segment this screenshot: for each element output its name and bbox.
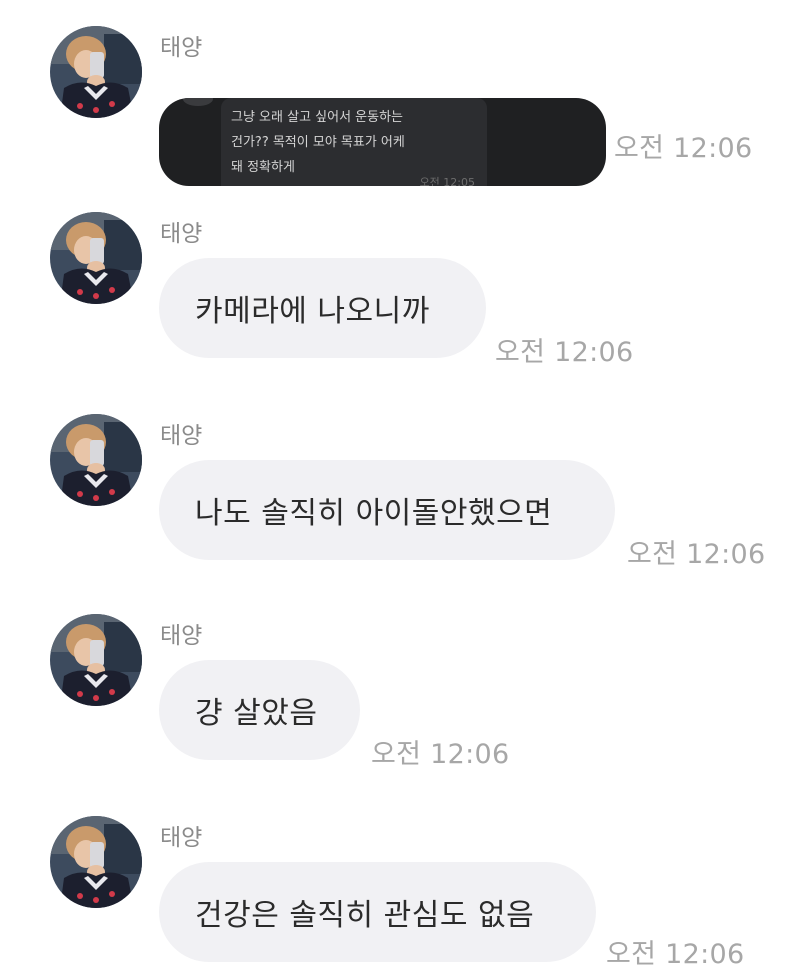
message-text: 카메라에 나오니까 bbox=[195, 294, 430, 329]
profile-photo-icon bbox=[50, 816, 142, 908]
message-timestamp: 오전 12:06 bbox=[606, 939, 745, 970]
inner-avatar bbox=[183, 98, 213, 106]
message-timestamp: 오전 12:06 bbox=[495, 337, 634, 368]
message-text: 나도 솔직히 아이돌안했으면 bbox=[195, 496, 553, 531]
avatar[interactable] bbox=[50, 414, 142, 506]
profile-photo-icon bbox=[50, 26, 142, 118]
message-bubble[interactable]: 나도 솔직히 아이돌안했으면 bbox=[159, 460, 615, 560]
message-bubble[interactable]: 걍 살았음 bbox=[159, 660, 360, 760]
avatar[interactable] bbox=[50, 614, 142, 706]
avatar[interactable] bbox=[50, 212, 142, 304]
sender-name: 태양 bbox=[160, 35, 203, 61]
sender-name: 태양 bbox=[160, 423, 203, 449]
quoted-timestamp: 오전 12:05 bbox=[419, 176, 475, 186]
quoted-text-line: 돼 정확하게 bbox=[231, 160, 295, 175]
message-timestamp: 오전 12:06 bbox=[627, 539, 766, 570]
profile-photo-icon bbox=[50, 614, 142, 706]
message-bubble[interactable]: 건강은 솔직히 관심도 없음 bbox=[159, 862, 596, 962]
image-message-bubble[interactable]: 그냥 오래 살고 싶어서 운동하는 건가?? 목적이 모야 목표가 어케 돼 정… bbox=[159, 98, 606, 186]
sender-name: 태양 bbox=[160, 825, 203, 851]
sender-name: 태양 bbox=[160, 221, 203, 247]
quoted-message-card: 그냥 오래 살고 싶어서 운동하는 건가?? 목적이 모야 목표가 어케 돼 정… bbox=[221, 98, 487, 186]
avatar[interactable] bbox=[50, 816, 142, 908]
chat-thread: 태양 그냥 오래 살고 싶어서 운동하는 건가?? 목적이 모야 목표가 어케 … bbox=[0, 0, 800, 980]
message-bubble[interactable]: 카메라에 나오니까 bbox=[159, 258, 486, 358]
profile-photo-icon bbox=[50, 414, 142, 506]
profile-photo-icon bbox=[50, 212, 142, 304]
message-text: 걍 살았음 bbox=[195, 696, 318, 731]
avatar[interactable] bbox=[50, 26, 142, 118]
quoted-text-line: 그냥 오래 살고 싶어서 운동하는 bbox=[231, 110, 404, 125]
message-timestamp: 오전 12:06 bbox=[371, 739, 510, 770]
message-text: 건강은 솔직히 관심도 없음 bbox=[195, 898, 535, 933]
message-timestamp: 오전 12:06 bbox=[614, 133, 753, 164]
quoted-text-line: 건가?? 목적이 모야 목표가 어케 bbox=[231, 135, 405, 150]
sender-name: 태양 bbox=[160, 623, 203, 649]
